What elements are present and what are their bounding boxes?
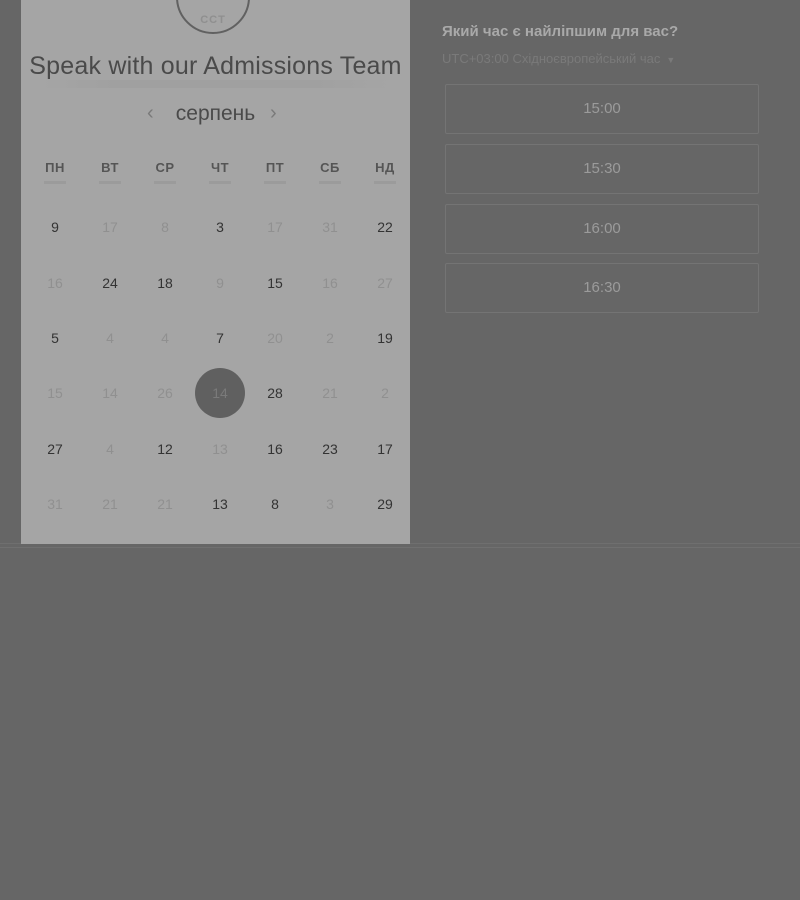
calendar-day: 2 — [381, 385, 389, 401]
calendar-day: 20 — [267, 330, 283, 346]
chevron-right-icon[interactable]: › — [270, 102, 277, 125]
calendar-day: 21 — [102, 496, 118, 512]
calendar-day[interactable]: 7 — [195, 313, 245, 363]
calendar-day: 13 — [212, 441, 228, 457]
calendar-day: 8 — [161, 219, 169, 235]
calendar-day: 16 — [47, 275, 63, 291]
calendar-panel: CCT Speak with our Admissions Team ‹ сер… — [21, 0, 410, 544]
calendar-day[interactable]: 24 — [85, 258, 135, 308]
calendar-day[interactable]: 12 — [140, 424, 190, 474]
weekday-label: ВТ — [85, 160, 135, 184]
calendar-day[interactable]: 17 — [360, 424, 410, 474]
calendar-day[interactable]: 22 — [360, 202, 410, 252]
time-slot-button[interactable]: 15:00 — [445, 84, 759, 134]
weekday-header: ПН ВТ СР ЧТ ПТ СБ НД — [21, 160, 410, 180]
calendar-day: 17 — [267, 219, 283, 235]
weekday-label: ЧТ — [195, 160, 245, 184]
time-slot-button[interactable]: 16:30 — [445, 263, 759, 313]
calendar-day[interactable]: 28 — [250, 368, 300, 418]
calendar-day: 9 — [216, 275, 224, 291]
calendar-day[interactable]: 29 — [360, 479, 410, 529]
calendar-day: 21 — [322, 385, 338, 401]
calendar-day: 27 — [377, 275, 393, 291]
calendar-day[interactable]: 23 — [305, 424, 355, 474]
calendar-day[interactable]: 5 — [30, 313, 80, 363]
faded-subtitle — [41, 80, 390, 88]
logo-text: CCT — [200, 14, 226, 26]
calendar-day[interactable]: 9 — [30, 202, 80, 252]
calendar-day: 4 — [106, 441, 114, 457]
calendar-day[interactable]: 15 — [250, 258, 300, 308]
calendar-day: 16 — [322, 275, 338, 291]
timezone-select[interactable]: UTC+03:00 Східноєвропейський час ▼ — [442, 51, 675, 66]
weekday-label: ПН — [30, 160, 80, 184]
time-slot-button[interactable]: 15:30 — [445, 144, 759, 194]
calendar-day[interactable]: 16 — [250, 424, 300, 474]
calendar-day: 21 — [157, 496, 173, 512]
weekday-label: СР — [140, 160, 190, 184]
timezone-label: UTC+03:00 Східноєвропейський час — [442, 51, 661, 66]
calendar-day: 4 — [161, 330, 169, 346]
time-question-heading: Який час є найліпшим для вас? — [442, 23, 679, 40]
calendar-day: 17 — [102, 219, 118, 235]
page-divider — [0, 547, 800, 548]
calendar-day: 26 — [157, 385, 173, 401]
calendar-day[interactable]: 13 — [195, 479, 245, 529]
month-label: серпень — [175, 102, 256, 125]
calendar-day: 4 — [106, 330, 114, 346]
calendar-day[interactable]: 27 — [30, 424, 80, 474]
calendar-day: 31 — [322, 219, 338, 235]
calendar-day: 14 — [102, 385, 118, 401]
weekday-label: НД — [360, 160, 410, 184]
calendar-day[interactable]: 18 — [140, 258, 190, 308]
scheduler-title: Speak with our Admissions Team — [29, 52, 402, 80]
calendar-day: 3 — [326, 496, 334, 512]
time-slot-button[interactable]: 16:00 — [445, 204, 759, 254]
logo: CCT — [176, 0, 250, 34]
calendar-day-selected[interactable]: 14 — [195, 368, 245, 418]
calendar-day: 15 — [47, 385, 63, 401]
month-navigation: ‹ серпень › — [21, 100, 410, 128]
weekday-label: СБ — [305, 160, 355, 184]
calendar-day: 2 — [326, 330, 334, 346]
calendar-day[interactable]: 19 — [360, 313, 410, 363]
weekday-label: ПТ — [250, 160, 300, 184]
calendar-day[interactable]: 3 — [195, 202, 245, 252]
caret-down-icon: ▼ — [666, 55, 676, 65]
calendar-day[interactable]: 8 — [250, 479, 300, 529]
calendar-day: 31 — [47, 496, 63, 512]
